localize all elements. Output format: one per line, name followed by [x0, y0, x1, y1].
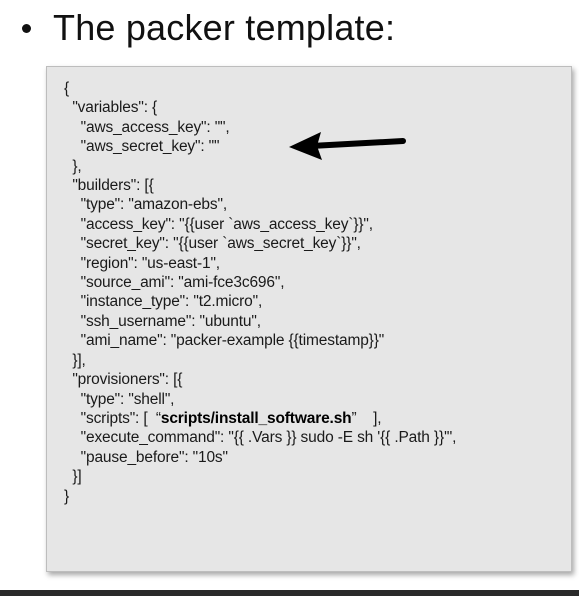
- code-line-14: "ami_name": "packer-example {{timestamp}…: [64, 332, 385, 350]
- code-line-18-prefix: "scripts": [ “: [64, 409, 161, 427]
- code-line-20: "pause_before": "10s": [64, 448, 228, 466]
- code-line-13: "ssh_username": "ubuntu",: [64, 312, 261, 330]
- code-line-21: }]: [64, 468, 82, 486]
- code-line-11: "source_ami": "ami-fce3c696",: [64, 274, 285, 292]
- code-line-9: "secret_key": "{{user `aws_secret_key`}}…: [64, 235, 361, 253]
- code-line-1: {: [64, 80, 70, 97]
- code-line-10: "region": "us-east-1",: [64, 254, 220, 272]
- code-line-2: "variables": {: [64, 99, 158, 117]
- left-arrow-icon: [289, 132, 406, 160]
- bullet-icon: [22, 23, 31, 33]
- code-line-7: "type": "amazon-ebs",: [64, 196, 228, 214]
- bottom-bar: [0, 590, 579, 596]
- code-line-17: "type": "shell",: [64, 390, 175, 408]
- code-line-18-suffix: ” ],: [351, 409, 382, 427]
- code-line-22: }: [64, 487, 70, 505]
- code-line-12: "instance_type": "t2.micro",: [64, 293, 263, 311]
- code-line-16: "provisioners": [{: [64, 371, 183, 389]
- code-line-15: }],: [64, 351, 86, 369]
- code-line-19: "execute_command": "{{ .Vars }} sudo -E …: [64, 429, 457, 447]
- code-line-8: "access_key": "{{user `aws_access_key`}}…: [64, 215, 373, 233]
- scripts-path-bold: scripts/install_software.sh: [160, 409, 352, 427]
- code-line-18: "scripts": [ “scripts/install_software.s…: [64, 409, 571, 428]
- code-line-6: "builders": [{: [64, 177, 154, 195]
- slide-title: The packer template:: [22, 6, 395, 50]
- slide-title-text: The packer template:: [53, 7, 396, 48]
